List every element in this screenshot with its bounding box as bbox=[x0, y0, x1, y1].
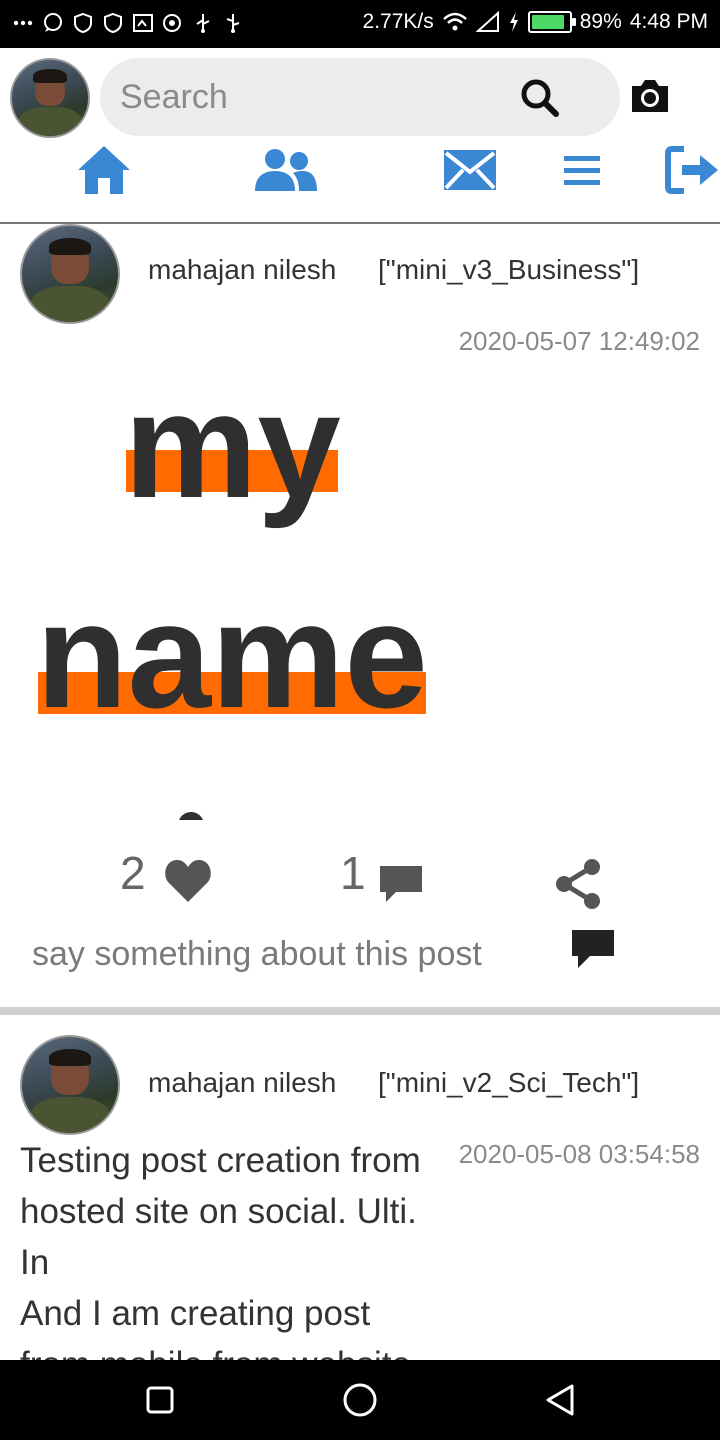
notification-icons bbox=[12, 12, 244, 34]
nav-logout[interactable] bbox=[664, 138, 720, 202]
image-word: my bbox=[124, 364, 341, 529]
usb-icon bbox=[196, 14, 210, 33]
back-icon[interactable] bbox=[544, 1384, 576, 1416]
recent-apps-icon[interactable] bbox=[146, 1386, 174, 1414]
post-timestamp: 2020-05-07 12:49:02 bbox=[458, 326, 700, 356]
post-author-name[interactable]: mahajan nilesh bbox=[148, 254, 336, 286]
logout-icon bbox=[665, 146, 718, 194]
post-actions: 2 1 bbox=[0, 834, 720, 914]
share-icon[interactable] bbox=[554, 858, 602, 910]
mail-icon bbox=[444, 150, 496, 190]
search-icon[interactable] bbox=[518, 76, 562, 120]
heart-icon[interactable] bbox=[164, 858, 212, 904]
post-body-line: And I am creating post bbox=[20, 1294, 371, 1333]
network-speed: 2.77K/s bbox=[362, 10, 434, 33]
status-bar: 2.77K/s 89% 4:48 PM bbox=[0, 0, 720, 48]
battery-percent: 89% bbox=[579, 10, 622, 33]
post-card: mahajan nilesh ["mini_v3_Business"] 2020… bbox=[0, 224, 720, 1007]
comment-input[interactable] bbox=[32, 924, 552, 984]
battery-icon bbox=[527, 11, 576, 33]
send-comment-icon[interactable] bbox=[570, 928, 616, 970]
nav-messages[interactable] bbox=[442, 138, 498, 202]
post-author-name[interactable]: mahajan nilesh bbox=[148, 1067, 336, 1099]
app-header bbox=[0, 48, 720, 224]
users-icon bbox=[255, 149, 317, 191]
clock: 4:48 PM bbox=[629, 10, 708, 33]
post-body-line: In bbox=[20, 1243, 50, 1282]
post-author-avatar[interactable] bbox=[20, 224, 120, 324]
chat-bubble-icon bbox=[44, 13, 62, 32]
menu-icon bbox=[564, 156, 600, 185]
signal-icon bbox=[475, 11, 499, 32]
comment-count: 1 bbox=[340, 847, 366, 899]
camera-icon[interactable] bbox=[628, 76, 672, 116]
post-image[interactable]: my name bbox=[0, 364, 720, 820]
post-body-line: from mobile from website bbox=[20, 1339, 700, 1360]
wifi-icon bbox=[442, 12, 467, 31]
post-divider bbox=[0, 1007, 720, 1015]
camera-badge-icon bbox=[163, 14, 181, 32]
post-card: mahajan nilesh ["mini_v2_Sci_Tech"] 2020… bbox=[0, 1035, 720, 1360]
comment-icon[interactable] bbox=[378, 864, 424, 904]
post-body-line: Testing post creation from bbox=[20, 1141, 421, 1180]
post-body-line: hosted site on social. Ulti. bbox=[20, 1192, 417, 1231]
post-category: ["mini_v2_Sci_Tech"] bbox=[378, 1067, 640, 1098]
post-body: Testing post creation from hosted site o… bbox=[20, 1135, 700, 1360]
screen-icon bbox=[133, 14, 153, 32]
nav-friends[interactable] bbox=[250, 138, 322, 202]
post-author-avatar[interactable] bbox=[20, 1035, 120, 1135]
search-bar bbox=[100, 58, 620, 136]
shield-icon bbox=[74, 12, 92, 34]
charging-icon bbox=[509, 12, 518, 32]
profile-avatar[interactable] bbox=[10, 58, 90, 138]
usb-debug-icon bbox=[226, 14, 240, 33]
nav-home[interactable] bbox=[72, 138, 136, 202]
like-count: 2 bbox=[120, 847, 146, 899]
shield-outline-icon bbox=[104, 12, 122, 34]
image-text-fragment bbox=[178, 812, 204, 820]
post-category: ["mini_v3_Business"] bbox=[378, 254, 640, 285]
more-dots-icon bbox=[13, 20, 33, 26]
search-input[interactable] bbox=[120, 72, 500, 122]
main-nav bbox=[0, 138, 720, 208]
home-button-icon[interactable] bbox=[342, 1382, 378, 1418]
image-word: name bbox=[36, 571, 428, 739]
nav-menu[interactable] bbox=[560, 138, 604, 202]
home-icon bbox=[78, 146, 130, 194]
system-nav-bar bbox=[0, 1360, 720, 1440]
